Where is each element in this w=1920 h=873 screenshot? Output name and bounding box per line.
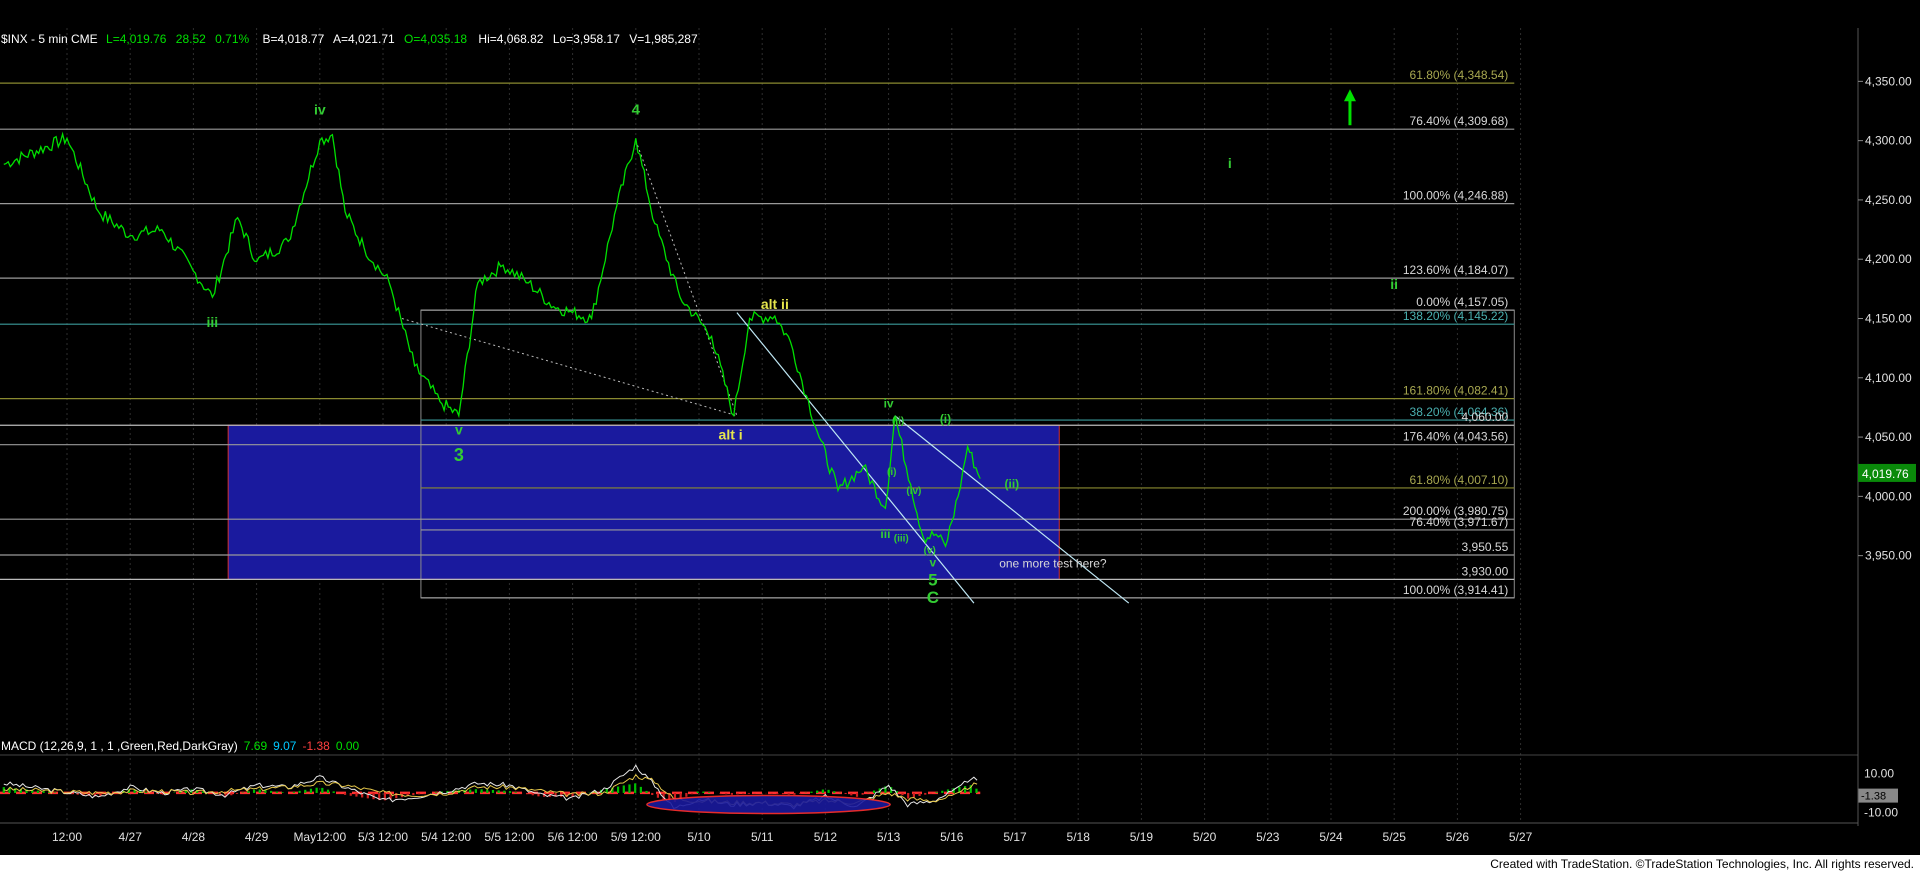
wave-label: i: [1228, 155, 1232, 171]
low-label: Lo=3,958.17: [553, 32, 620, 46]
wave-label: (ii): [1005, 477, 1020, 491]
wave-label: alt i: [719, 426, 743, 442]
wave-label: alt ii: [761, 296, 789, 312]
bid-label: B=4,018.77: [263, 32, 325, 46]
x-tick-label: 5/4 12:00: [421, 830, 471, 844]
fib-label: 138.20% (4,145.22): [1403, 309, 1508, 323]
x-tick-label: 5/17: [1003, 830, 1027, 844]
symbol-label: $INX - 5 min CME: [1, 32, 98, 46]
x-tick-label: 5/10: [687, 830, 711, 844]
x-tick-label: 5/20: [1193, 830, 1217, 844]
fib-label: 61.80% (4,348.54): [1410, 68, 1509, 82]
wave-label: 3: [454, 445, 464, 465]
footer-bar: Created with TradeStation. ©TradeStation…: [0, 855, 1920, 873]
macd-header-part: 7.69: [244, 739, 268, 753]
x-tick-label: 5/3 12:00: [358, 830, 408, 844]
x-tick-label: 5/23: [1256, 830, 1280, 844]
wave-label: v: [929, 555, 936, 569]
wave-label: ii: [1390, 276, 1398, 292]
fib-label: 0.00% (4,157.05): [1416, 295, 1508, 309]
macd-header-part: 9.07: [273, 739, 297, 753]
x-tick-label: 5/26: [1446, 830, 1470, 844]
wave-label: 4: [632, 102, 641, 119]
x-tick-label: 12:00: [52, 830, 82, 844]
wave-label: (i): [887, 467, 896, 478]
open-label: O=4,035.18: [404, 32, 467, 46]
x-tick-label: May12:00: [293, 830, 346, 844]
x-tick-label: 5/13: [877, 830, 901, 844]
macd-header-part: 0.00: [336, 739, 360, 753]
x-tick-label: 5/19: [1130, 830, 1154, 844]
fib-label: 176.40% (4,043.56): [1403, 430, 1508, 444]
macd-header: MACD (12,26,9, 1 , 1 ,Green,Red,DarkGray…: [1, 739, 360, 753]
high-label: Hi=4,068.82: [478, 32, 543, 46]
macd-axis-label: 10.00: [1864, 767, 1894, 781]
fib-label: 100.00% (3,914.41): [1403, 583, 1508, 597]
x-tick-label: 5/24: [1319, 830, 1343, 844]
y-tick-label: 4,350.00: [1865, 74, 1912, 88]
fib-label: 161.80% (4,082.41): [1403, 384, 1508, 398]
wave-label: (iv): [906, 486, 921, 497]
change-label: 28.52: [176, 32, 206, 46]
x-tick-label: 5/6 12:00: [548, 830, 598, 844]
y-tick-label: 4,300.00: [1865, 134, 1912, 148]
y-tick-label: 4,200.00: [1865, 252, 1912, 266]
last-price-marker-label: 4,019.76: [1862, 467, 1909, 481]
volume-label: V=1,985,287: [629, 32, 698, 46]
fib-label: 3,950.55: [1462, 540, 1509, 554]
y-axis: 3,950.00 4,000.00 4,050.00 4,100.00 4,150.00…: [1858, 74, 1916, 563]
wave-label: v: [455, 422, 463, 438]
footer-credit: Created with TradeStation. ©TradeStation…: [1490, 857, 1914, 871]
wave-label: iii: [880, 527, 890, 541]
fib-label: 3,930.00: [1462, 564, 1509, 578]
wave-label: iv: [314, 102, 326, 118]
fib-label: 123.60% (4,184.07): [1403, 263, 1508, 277]
wave-label: 5: [928, 570, 937, 589]
fib-label: 61.80% (4,007.10): [1410, 473, 1509, 487]
fib-label: 76.40% (3,971.67): [1410, 515, 1509, 529]
x-tick-label: 5/9 12:00: [611, 830, 661, 844]
fib-label: 4,060.00: [1462, 410, 1509, 424]
macd-highlight-ellipse: [646, 794, 891, 815]
fib-label: 76.40% (4,309.68): [1410, 114, 1509, 128]
x-tick-label: 5/18: [1067, 830, 1091, 844]
macd-header-part: -1.38: [302, 739, 330, 753]
x-axis: 12:00 4/27 4/28 4/29 May12:00 5/3 12:00 5/4 12…: [52, 830, 1533, 844]
chart-canvas: 61.80% (4,348.54) 76.40% (4,309.68) 100.00…: [0, 28, 1916, 844]
wave-label: (i): [940, 412, 951, 426]
y-tick-label: 4,100.00: [1865, 371, 1912, 385]
y-tick-label: 4,000.00: [1865, 489, 1912, 503]
macd-current-label: -1.38: [1861, 791, 1886, 803]
wave-label: iii: [207, 314, 219, 330]
y-tick-label: 4,250.00: [1865, 193, 1912, 207]
x-tick-label: 5/12: [814, 830, 838, 844]
ask-label: A=4,021.71: [333, 32, 395, 46]
x-tick-label: 5/11: [751, 830, 774, 844]
x-tick-label: 4/28: [182, 830, 206, 844]
last-price-label: L=4,019.76: [106, 32, 167, 46]
y-tick-label: 4,050.00: [1865, 430, 1912, 444]
y-tick-label: 4,150.00: [1865, 312, 1912, 326]
x-tick-label: 4/27: [119, 830, 143, 844]
macd-header-part: MACD (12,26,9, 1 , 1 ,Green,Red,DarkGray…: [1, 739, 238, 753]
x-tick-label: 5/25: [1383, 830, 1407, 844]
x-tick-label: 4/29: [245, 830, 269, 844]
change-pct-label: 0.71%: [215, 32, 249, 46]
y-tick-label: 3,950.00: [1865, 549, 1912, 563]
wave-label: iv: [884, 396, 894, 410]
wave-label: (ii): [892, 416, 904, 427]
wave-label: C: [927, 588, 939, 607]
annotation-text: one more test here?: [999, 557, 1107, 571]
quote-header: $INX - 5 min CME L=4,019.76 28.52 0.71% …: [1, 32, 698, 46]
x-tick-label: 5/16: [940, 830, 964, 844]
fib-label: 100.00% (4,246.88): [1403, 189, 1508, 203]
wave-label: (iii): [894, 533, 909, 544]
x-tick-label: 5/27: [1509, 830, 1533, 844]
macd-axis-label: -10.00: [1864, 805, 1898, 819]
x-tick-label: 5/5 12:00: [484, 830, 534, 844]
